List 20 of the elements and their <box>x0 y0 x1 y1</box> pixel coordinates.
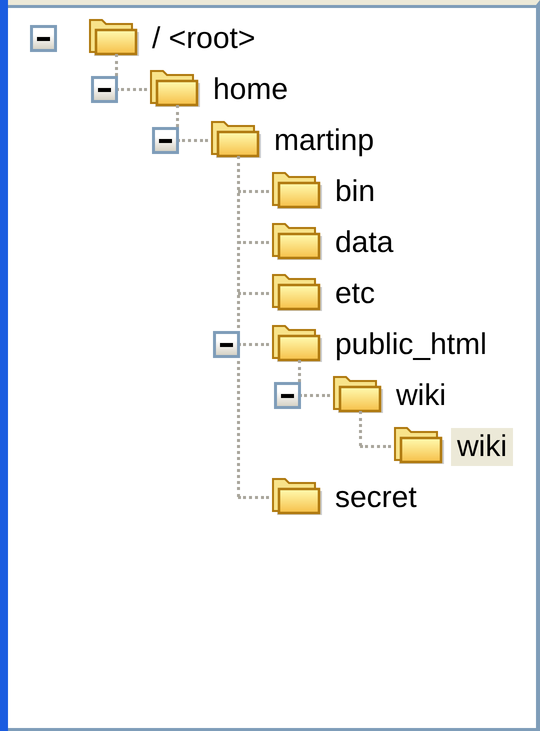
collapse-button[interactable] <box>91 76 118 103</box>
minus-icon <box>220 342 233 346</box>
folder-label[interactable]: home <box>207 70 294 108</box>
collapse-button[interactable] <box>213 331 240 358</box>
collapse-button[interactable] <box>30 25 57 52</box>
folder-label[interactable]: wiki <box>451 428 513 466</box>
folder-label[interactable]: / <root> <box>146 20 262 58</box>
folder-label[interactable]: secret <box>329 478 423 516</box>
minus-icon <box>159 138 172 142</box>
folder-label[interactable]: etc <box>329 274 382 312</box>
minus-icon <box>37 36 50 40</box>
minus-icon <box>281 394 294 398</box>
folder-label[interactable]: wiki <box>390 376 452 414</box>
folder-label[interactable]: public_html <box>329 326 493 364</box>
folder-label[interactable]: bin <box>329 172 382 210</box>
folder-label[interactable]: data <box>329 224 400 262</box>
collapse-button[interactable] <box>274 382 301 409</box>
folder-label[interactable]: martinp <box>268 122 380 160</box>
minus-icon <box>98 88 111 92</box>
collapse-button[interactable] <box>152 127 179 154</box>
